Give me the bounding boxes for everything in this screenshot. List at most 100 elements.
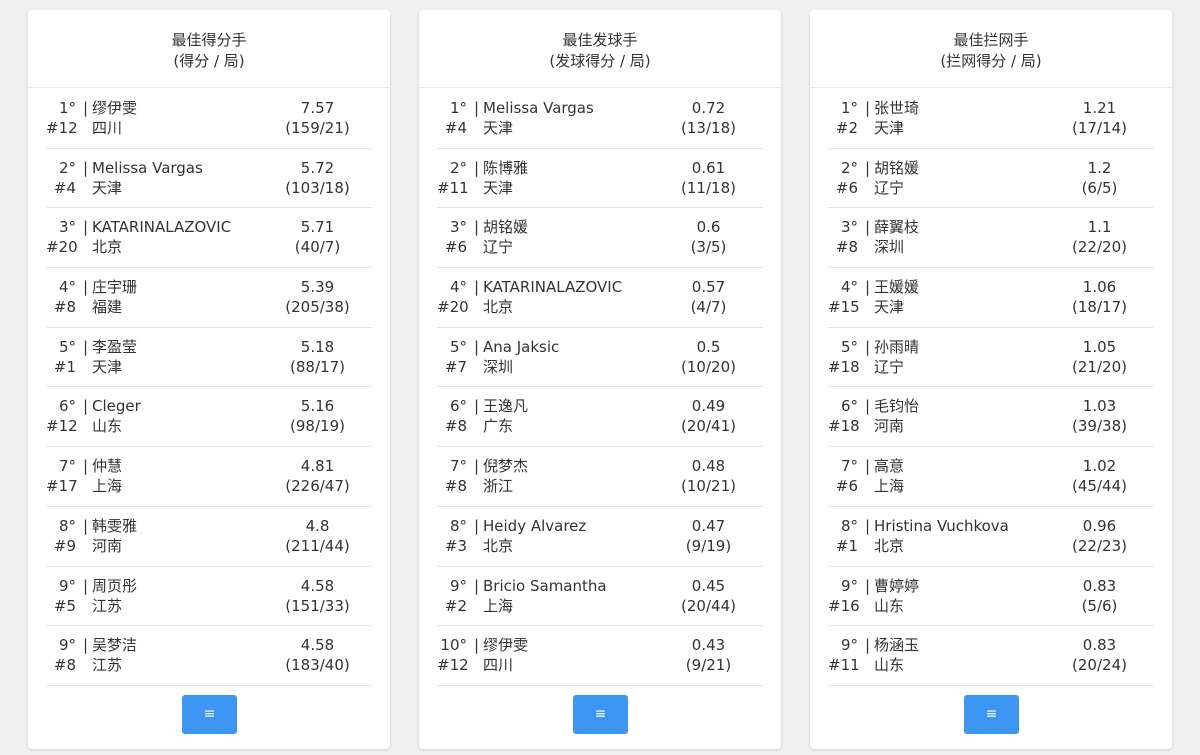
table-row[interactable]: 8° #1 Hristina Vuchkova 北京 0.96 (22/23) |: [828, 507, 1154, 567]
card-header: 最佳拦网手 (拦网得分 / 局): [810, 10, 1172, 88]
table-row[interactable]: 6° #8 王逸凡 广东 0.49 (20/41) |: [437, 387, 763, 448]
stat-value: 0.48: [691, 457, 726, 476]
more-button[interactable]: ≡: [182, 695, 237, 734]
table-row[interactable]: 5° #7 Ana Jaksic 深圳 0.5 (10/20) |: [437, 328, 763, 388]
stat-value: 4.58: [300, 576, 335, 595]
player-team: 辽宁: [483, 238, 514, 257]
player-rank: 1°: [449, 99, 467, 117]
card-title: 最佳发球手: [562, 31, 638, 49]
table-row[interactable]: 7° #6 高意 上海 1.02 (45/44) |: [828, 447, 1154, 507]
divider-bar: |: [83, 576, 89, 595]
table-row[interactable]: 9° #8 吴梦洁 江苏 4.58 (183/40) |: [46, 626, 372, 686]
stat-ratio: (9/19): [685, 536, 732, 555]
stat-ratio: (205/38): [285, 298, 350, 317]
table-row[interactable]: 3° #6 胡铭媛 辽宁 0.6 (3/5) |: [437, 208, 763, 269]
player-number: #1: [835, 536, 858, 555]
player-number: #20: [46, 238, 78, 257]
player-name: Melissa Vargas: [483, 99, 594, 117]
player-rank: 9°: [58, 636, 76, 655]
leaderboard-list: 1° #4 Melissa Vargas 天津 0.72 (13/18) | 2° #11 陈博雅…: [437, 89, 763, 686]
stat-ratio: (6/5): [1081, 178, 1118, 197]
table-row[interactable]: 6° #18 毛钧怡 河南 1.03 (39/38) |: [828, 387, 1154, 448]
divider-bar: |: [865, 218, 871, 237]
player-rank: 6°: [449, 397, 467, 416]
card-subtitle: (发球得分 / 局): [549, 52, 651, 70]
stat-ratio: (183/40): [285, 656, 350, 675]
player-name: 李盈莹: [92, 337, 138, 356]
divider-bar: |: [83, 158, 89, 177]
player-number: #8: [444, 417, 467, 436]
player-number: #6: [835, 477, 858, 496]
player-team: 深圳: [483, 357, 514, 376]
player-team: 天津: [92, 357, 123, 376]
stat-value: 4.81: [300, 457, 335, 476]
stat-value: 1.05: [1082, 337, 1117, 356]
stat-ratio: (5/6): [1081, 596, 1118, 615]
table-row[interactable]: 2° #11 陈博雅 天津 0.61 (11/18) |: [437, 149, 763, 209]
player-name: 薛翼枝: [874, 218, 920, 237]
table-row[interactable]: 9° #16 曹婷婷 山东 0.83 (5/6) |: [828, 567, 1154, 627]
stat-ratio: (10/20): [681, 357, 736, 376]
player-rank: 3°: [449, 218, 467, 237]
player-name: Bricio Samantha: [483, 576, 607, 595]
stat-value: 1.06: [1082, 278, 1117, 297]
player-rank: 8°: [58, 516, 76, 535]
table-row[interactable]: 9° #5 周页彤 江苏 4.58 (151/33) |: [46, 567, 372, 627]
player-team: 河南: [874, 417, 905, 436]
player-team: 四川: [483, 656, 514, 675]
table-row[interactable]: 2° #4 Melissa Vargas 天津 5.72 (103/18) |: [46, 149, 372, 209]
player-number: #2: [444, 596, 467, 615]
table-row[interactable]: 1° #2 张世琦 天津 1.21 (17/14) |: [828, 89, 1154, 149]
divider-bar: |: [865, 457, 871, 476]
table-row[interactable]: 6° #12 Cleger 山东 5.16 (98/19) |: [46, 387, 372, 448]
table-row[interactable]: 4° #8 庄宇珊 福建 5.39 (205/38) |: [46, 268, 372, 328]
stat-value: 5.16: [300, 397, 335, 416]
player-number: #11: [828, 656, 860, 675]
divider-bar: |: [474, 99, 480, 117]
table-row[interactable]: 1° #4 Melissa Vargas 天津 0.72 (13/18) |: [437, 89, 763, 149]
stat-value: 0.47: [691, 516, 726, 535]
table-row[interactable]: 5° #1 李盈莹 天津 5.18 (88/17) |: [46, 328, 372, 388]
player-team: 天津: [483, 119, 514, 137]
table-row[interactable]: 8° #9 韩雯雅 河南 4.8 (211/44) |: [46, 507, 372, 567]
table-row[interactable]: 8° #3 Heidy Alvarez 北京 0.47 (9/19) |: [437, 507, 763, 567]
player-number: #7: [444, 357, 467, 376]
player-rank: 7°: [58, 457, 76, 476]
table-row[interactable]: 5° #18 孙雨晴 辽宁 1.05 (21/20) |: [828, 328, 1154, 388]
table-row[interactable]: 10° #12 缪伊雯 四川 0.43 (9/21) |: [437, 626, 763, 686]
stat-value: 1.1: [1087, 218, 1112, 237]
table-row[interactable]: 9° #11 杨涵玉 山东 0.83 (20/24) |: [828, 626, 1154, 686]
player-number: #5: [53, 596, 76, 615]
divider-bar: |: [474, 218, 480, 237]
table-row[interactable]: 2° #6 胡铭媛 辽宁 1.2 (6/5) |: [828, 149, 1154, 209]
table-row[interactable]: 4° #15 王媛媛 天津 1.06 (18/17) |: [828, 268, 1154, 328]
stat-ratio: (22/20): [1072, 238, 1127, 257]
menu-icon: ≡: [985, 706, 998, 722]
player-number: #15: [828, 298, 860, 317]
table-row[interactable]: 7° #8 倪梦杰 浙江 0.48 (10/21) |: [437, 447, 763, 507]
player-rank: 7°: [449, 457, 467, 476]
leaderboard-list: 1° #2 张世琦 天津 1.21 (17/14) | 2° #6 胡铭媛 辽宁 1.2 (6/5) | 3…: [828, 89, 1154, 686]
divider-bar: |: [865, 337, 871, 356]
table-row[interactable]: 7° #17 仲慧 上海 4.81 (226/47) |: [46, 447, 372, 507]
stat-ratio: (17/14): [1072, 119, 1127, 137]
stat-ratio: (20/24): [1072, 656, 1127, 675]
more-button[interactable]: ≡: [964, 695, 1019, 734]
stat-value: 0.6: [696, 218, 721, 237]
table-row[interactable]: 1° #12 缪伊雯 四川 7.57 (159/21) |: [46, 89, 372, 149]
table-row[interactable]: 4° #20 KATARINALAZOVIC 北京 0.57 (4/7) |: [437, 268, 763, 328]
table-row[interactable]: 9° #2 Bricio Samantha 上海 0.45 (20/44) |: [437, 567, 763, 627]
stat-value: 0.57: [691, 278, 726, 297]
stat-ratio: (10/21): [681, 477, 736, 496]
stat-value: 0.49: [691, 397, 726, 416]
divider-bar: |: [474, 516, 480, 535]
player-team: 北京: [92, 238, 123, 257]
player-rank: 2°: [449, 158, 467, 177]
table-row[interactable]: 3° #8 薛翼枝 深圳 1.1 (22/20) |: [828, 208, 1154, 269]
table-row[interactable]: 3° #20 KATARINALAZOVIC 北京 5.71 (40/7) |: [46, 208, 372, 269]
more-button[interactable]: ≡: [573, 695, 628, 734]
stat-value: 0.5: [696, 337, 721, 356]
player-rank: 9°: [840, 636, 858, 655]
player-rank: 5°: [58, 337, 76, 356]
card-title: 最佳拦网手: [953, 31, 1029, 49]
